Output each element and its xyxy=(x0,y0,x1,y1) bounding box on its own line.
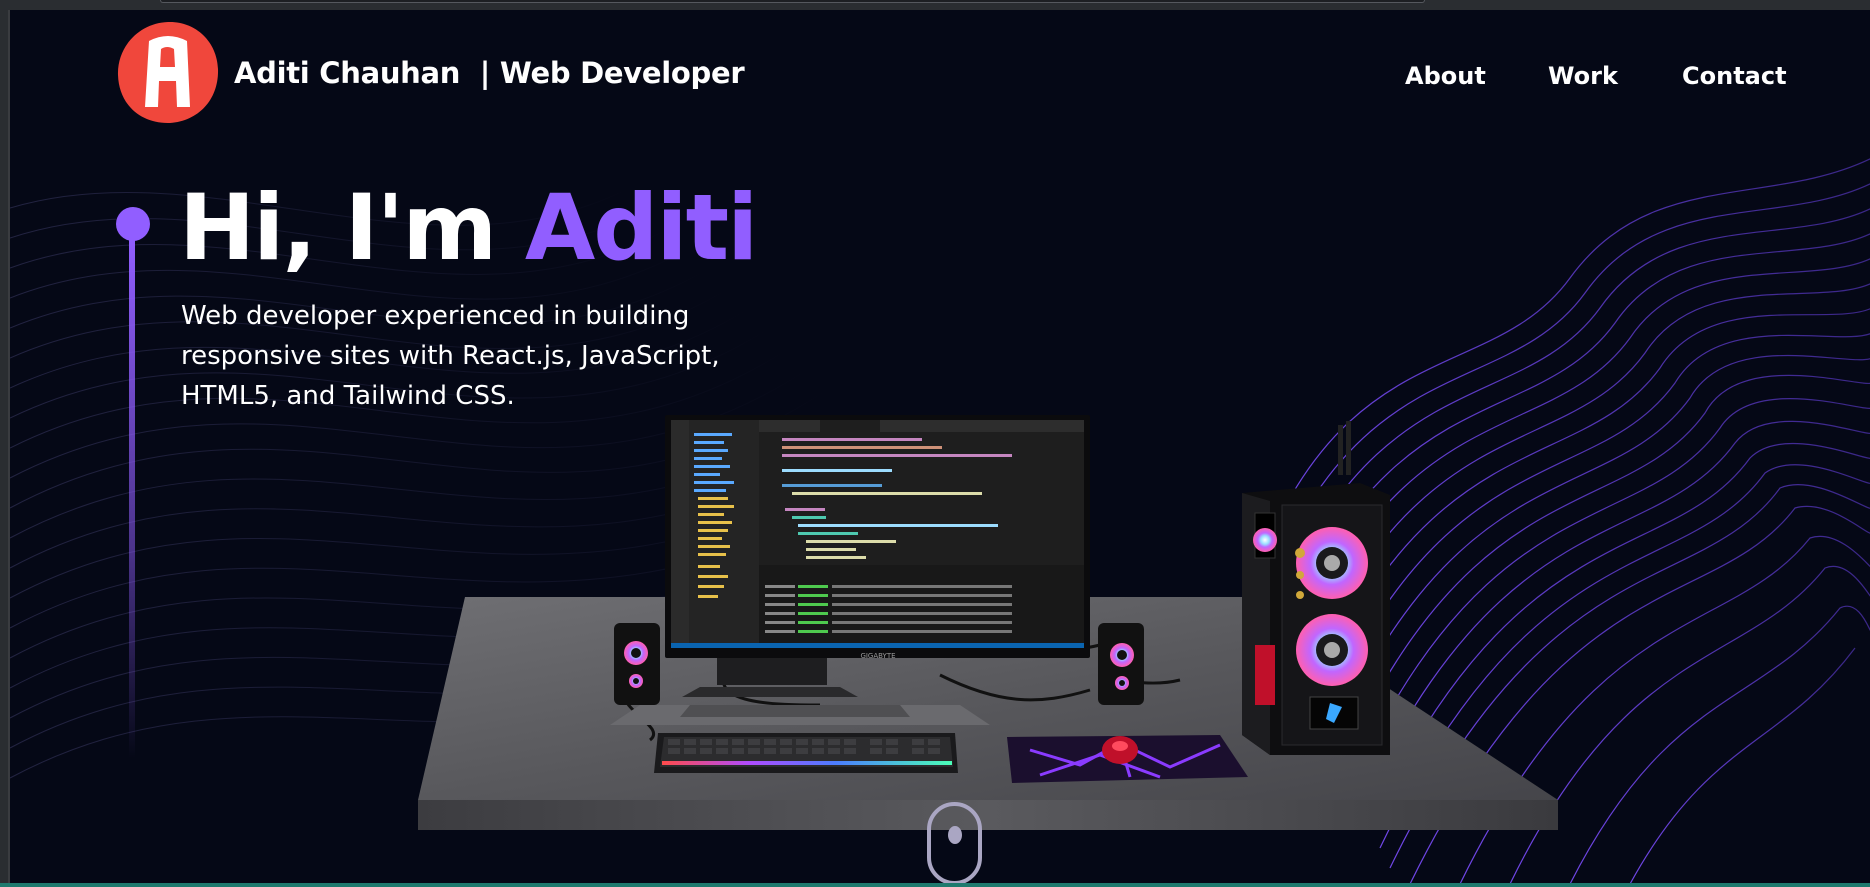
keyboard xyxy=(654,733,958,773)
nav-link-work[interactable]: Work xyxy=(1548,62,1618,90)
browser-top-edge xyxy=(160,0,1425,3)
timeline-line xyxy=(129,238,135,758)
left-speaker xyxy=(614,623,660,705)
hero-title: Hi, I'm Aditi xyxy=(179,174,758,284)
desk-setup-illustration[interactable]: GIGABYTE xyxy=(400,405,1580,845)
mouse-scroll-icon[interactable] xyxy=(927,802,982,884)
mouse xyxy=(1102,736,1138,764)
timeline-dot xyxy=(116,207,150,241)
pc-tower xyxy=(1242,421,1390,755)
monitor-brand: GIGABYTE xyxy=(860,652,895,660)
taskbar-edge xyxy=(0,883,1870,887)
monitor: GIGABYTE xyxy=(665,415,1090,660)
nav-link-about[interactable]: About xyxy=(1405,62,1486,90)
fan-bottom xyxy=(1296,614,1368,686)
navbar: Aditi Chauhan | Web Developer About Work… xyxy=(10,10,1870,128)
nav-link-contact[interactable]: Contact xyxy=(1682,62,1787,90)
hero-greeting: Hi, I'm xyxy=(179,176,497,281)
hero-subtitle: Web developer experienced in building re… xyxy=(181,301,720,411)
scroll-dot xyxy=(948,826,962,844)
browser-viewport: Aditi Chauhan | Web Developer About Work… xyxy=(8,10,1870,884)
fan-top xyxy=(1296,527,1368,599)
hero-name: Aditi xyxy=(524,176,758,281)
right-speaker xyxy=(1098,623,1144,705)
nav-links: About Work Contact xyxy=(10,62,1870,96)
